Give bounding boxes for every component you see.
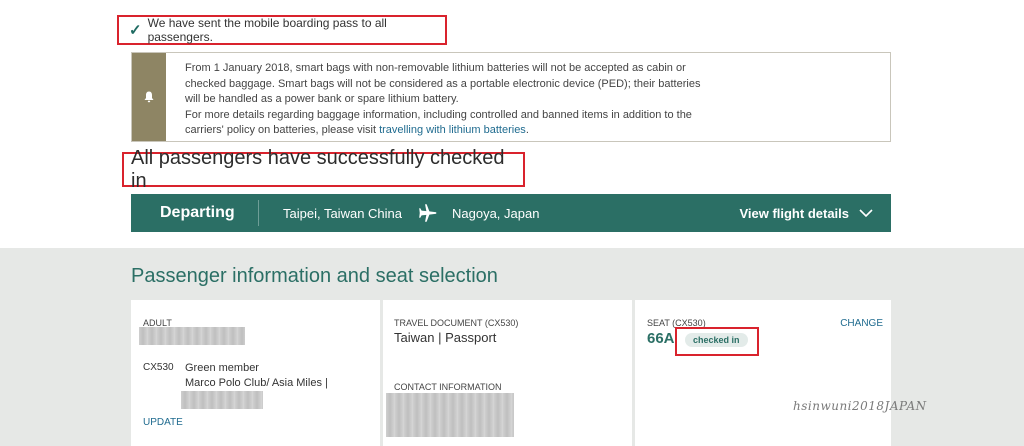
- boarding-pass-confirmation: ✓ We have sent the mobile boarding pass …: [117, 15, 447, 45]
- passenger-card: ADULT CX530 Green member Marco Polo Club…: [131, 300, 380, 446]
- airplane-icon: [419, 204, 437, 222]
- view-flight-details-button[interactable]: View flight details: [739, 194, 873, 232]
- separator: |: [434, 330, 446, 345]
- notice-line-prefix: carriers' policy on batteries, please vi…: [185, 124, 380, 136]
- contact-information-redacted: [386, 393, 514, 437]
- notice-line: For more details regarding baggage infor…: [185, 108, 692, 121]
- notice-line: From 1 January 2018, smart bags with non…: [185, 62, 686, 74]
- chevron-down-icon: [859, 209, 873, 218]
- checkmark-icon: ✓: [129, 22, 142, 39]
- travel-document-label: TRAVEL DOCUMENT (CX530): [394, 318, 519, 328]
- notice-line: checked baggage. Smart bags will not be …: [185, 77, 701, 90]
- passenger-flight-number: CX530: [143, 362, 174, 373]
- notice-line: carriers' policy on batteries, please vi…: [185, 123, 726, 139]
- contact-information-label: CONTACT INFORMATION: [394, 382, 502, 392]
- direction-label: Departing: [160, 204, 235, 221]
- seat-number: 66A: [647, 330, 675, 347]
- membership-tier: Green member: [185, 362, 259, 374]
- change-seat-link[interactable]: CHANGE: [840, 318, 883, 329]
- document-country-text: Taiwan: [394, 330, 435, 345]
- destination-city: Nagoya, Japan: [452, 205, 540, 221]
- notice-bar: [132, 53, 166, 141]
- membership-number-redacted: [181, 391, 263, 409]
- passenger-section-title: Passenger information and seat selection: [131, 265, 498, 287]
- checkin-status-title: All passengers have successfully checked…: [131, 146, 505, 192]
- checked-in-highlight: [675, 327, 759, 356]
- confirmation-text: We have sent the mobile boarding pass to…: [147, 16, 387, 44]
- origin-city: Taipei, Taiwan China: [283, 205, 402, 221]
- view-flight-details-label: View flight details: [739, 205, 849, 221]
- divider: [258, 200, 259, 226]
- flight-summary-bar: Departing Taipei, Taiwan China Nagoya, J…: [131, 194, 891, 232]
- update-link[interactable]: UPDATE: [143, 417, 183, 428]
- lithium-batteries-link[interactable]: travelling with lithium batteries: [379, 124, 526, 136]
- passenger-name-redacted: [139, 327, 245, 345]
- battery-notice: From 1 January 2018, smart bags with non…: [131, 52, 891, 142]
- document-type: Passport: [445, 330, 497, 345]
- notice-text: From 1 January 2018, smart bags with non…: [166, 53, 726, 141]
- watermark: hsinwuni2018JAPAN: [793, 399, 927, 413]
- document-country: Taiwan | Passport: [394, 330, 496, 345]
- travel-document-card: TRAVEL DOCUMENT (CX530) Taiwan | Passpor…: [383, 300, 632, 446]
- notice-line-suffix: .: [525, 124, 529, 136]
- seat-card: SEAT (CX530) CHANGE 66A checked in: [635, 300, 891, 446]
- membership-program: Marco Polo Club/ Asia Miles |: [185, 377, 328, 389]
- bell-icon: [144, 91, 154, 103]
- notice-line: will be handled as a power bank or spare…: [185, 93, 459, 105]
